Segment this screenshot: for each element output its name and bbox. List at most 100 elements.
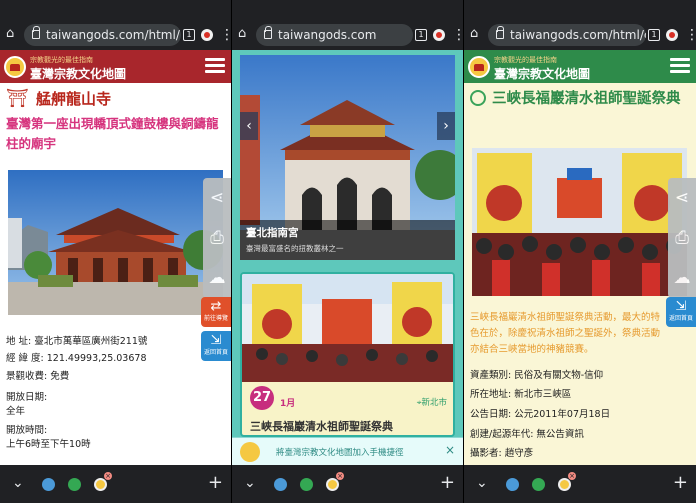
return-icon: ⇲: [675, 299, 687, 314]
info-photographer: 攝影者: 趙守彥: [470, 448, 534, 459]
tab-favicon[interactable]: [274, 478, 287, 491]
home-return-button[interactable]: ⇲ 返回首頁: [666, 297, 696, 327]
close-icon[interactable]: ×: [445, 443, 455, 457]
site-name: 臺灣宗教文化地圖: [494, 67, 591, 81]
event-location: ⌖新北市: [416, 398, 447, 408]
tab-strip: ⌄ × +: [232, 465, 463, 503]
url-text: taiwangods.com/html/c: [510, 28, 646, 42]
site-tagline: 宗教觀光的最佳指南: [494, 56, 557, 64]
chevron-down-icon[interactable]: ⌄: [244, 475, 256, 491]
site-logo-icon[interactable]: [468, 56, 490, 78]
lock-icon: [496, 26, 504, 39]
share-tools-panel: ⋖ ⎙ ☁: [668, 178, 696, 298]
featured-carousel[interactable]: 臺北指南宮 臺灣最富盛名的扭教叢林之一: [240, 55, 455, 260]
temple-photo: [8, 170, 223, 315]
phone-screen-festival: ⌂ taiwangods.com/html/c 1 ⋮ 宗教觀光的最佳指南 臺灣…: [464, 0, 696, 503]
tab-switcher-button[interactable]: 1: [648, 29, 660, 41]
three-phone-screenshots: ⌂ taiwangods.com/html/la 1 ⋮ 宗教觀光的最佳指南 臺…: [0, 0, 696, 503]
home-return-button[interactable]: ⇲ 返回首頁: [201, 331, 231, 361]
tab-favicon[interactable]: [42, 478, 55, 491]
more-menu-icon[interactable]: ⋮: [452, 27, 463, 43]
tab-favicon[interactable]: [506, 478, 519, 491]
new-tab-icon[interactable]: +: [673, 472, 688, 493]
site-name: 臺灣宗教文化地圖: [30, 67, 127, 81]
tab-strip: ⌄ × +: [0, 465, 231, 503]
info-open-date-label: 開放日期:: [6, 392, 48, 403]
print-icon[interactable]: ⎙: [203, 218, 231, 258]
chevron-down-icon[interactable]: ⌄: [12, 475, 24, 491]
download-icon[interactable]: ☁: [668, 258, 696, 298]
event-title: 三峽長福巖清水祖師聖誕祭典: [250, 420, 393, 433]
site-logo-icon: [240, 442, 260, 462]
info-location: 所在地址: 新北市三峽區: [470, 389, 572, 400]
share-icon[interactable]: ⋖: [668, 178, 696, 218]
site-tagline: 宗教觀光的最佳指南: [30, 56, 93, 64]
url-bar[interactable]: taiwangods.com/html/c: [488, 24, 646, 46]
festival-photo: [472, 148, 687, 296]
browser-toolbar: ⌂ taiwangods.com/html/la 1 ⋮: [0, 0, 231, 50]
more-menu-icon[interactable]: ⋮: [220, 27, 231, 43]
carousel-prev-arrow-icon[interactable]: ‹: [240, 112, 258, 140]
site-logo-icon[interactable]: [4, 56, 26, 78]
extension-icon[interactable]: [666, 29, 678, 41]
add-to-homescreen-banner[interactable]: 將臺灣宗教文化地圖加入手機捷徑 ×: [232, 437, 463, 465]
info-open-date-value: 全年: [6, 406, 26, 417]
close-tab-icon[interactable]: ×: [104, 472, 112, 480]
info-coordinates: 經 緯 度: 121.49993,25.03678: [6, 353, 147, 364]
return-icon: ⇲: [210, 333, 222, 348]
phone-screen-homepage: ⌂ taiwangods.com 1 ⋮ 臺北指南宮 臺灣最富盛名的扭教叢林之一…: [232, 0, 463, 503]
close-tab-icon[interactable]: ×: [568, 472, 576, 480]
site-header: 宗教觀光的最佳指南 臺灣宗教文化地圖: [464, 50, 696, 83]
lock-icon: [32, 26, 40, 39]
info-open-time-value: 上午6時至下午10時: [6, 439, 91, 450]
more-menu-icon[interactable]: ⋮: [685, 27, 696, 43]
carousel-subtitle: 臺灣最富盛名的扭教叢林之一: [246, 244, 344, 253]
page-title: 艋舺龍山寺: [36, 90, 112, 108]
temple-icon: ⛩: [6, 88, 29, 109]
guide-icon: ⇄: [210, 299, 222, 314]
info-category: 資產類別: 民俗及有關文物-信仰: [470, 370, 604, 381]
info-fee: 景觀收費: 免費: [6, 371, 70, 382]
tab-strip: ⌄ × +: [464, 465, 696, 503]
tab-favicon[interactable]: [68, 478, 81, 491]
home-icon[interactable]: ⌂: [470, 27, 484, 41]
hamburger-menu-icon[interactable]: [670, 58, 690, 74]
phone-screen-longshan-temple: ⌂ taiwangods.com/html/la 1 ⋮ 宗教觀光的最佳指南 臺…: [0, 0, 231, 503]
share-icon[interactable]: ⋖: [203, 178, 231, 218]
event-day: 27: [250, 386, 274, 410]
new-tab-icon[interactable]: +: [440, 472, 455, 493]
hamburger-menu-icon[interactable]: [205, 58, 225, 74]
tab-switcher-button[interactable]: 1: [415, 29, 427, 41]
page-subtitle: 臺灣第一座出現轎頂式鐘鼓樓與銅鑄龍柱的廟宇: [6, 116, 219, 151]
url-bar[interactable]: taiwangods.com: [256, 24, 413, 46]
festival-icon: [470, 90, 486, 106]
url-bar[interactable]: taiwangods.com/html/la: [24, 24, 181, 46]
carousel-next-arrow-icon[interactable]: ›: [437, 112, 455, 140]
extension-icon[interactable]: [433, 29, 445, 41]
home-icon[interactable]: ⌂: [6, 27, 20, 41]
extension-icon[interactable]: [201, 29, 213, 41]
page-title: 三峽長福巖清水祖師聖誕祭典: [492, 91, 681, 107]
download-icon[interactable]: ☁: [203, 258, 231, 298]
carousel-title: 臺北指南宮: [246, 227, 299, 239]
festival-description: 三峽長福巖清水祖師聖誕祭典活動，最大的特色在於，除慶祝清水祖師之聖誕外，祭典活動…: [470, 312, 661, 355]
event-card[interactable]: 27 1月 ⌖新北市 三峽長福巖清水祖師聖誕祭典: [240, 272, 455, 437]
carousel-caption: 臺北指南宮 臺灣最富盛名的扭教叢林之一: [240, 220, 455, 260]
banner-text: 將臺灣宗教文化地圖加入手機捷徑: [276, 448, 404, 458]
site-header: 宗教觀光的最佳指南 臺灣宗教文化地圖: [0, 50, 231, 83]
new-tab-icon[interactable]: +: [208, 472, 223, 493]
tab-favicon[interactable]: [300, 478, 313, 491]
chevron-down-icon[interactable]: ⌄: [476, 475, 488, 491]
close-tab-icon[interactable]: ×: [336, 472, 344, 480]
guide-button[interactable]: ⇄ 前往導覽: [201, 297, 231, 327]
print-icon[interactable]: ⎙: [668, 218, 696, 258]
page-title-row: ⛩ 艋舺龍山寺: [6, 88, 225, 110]
tab-switcher-button[interactable]: 1: [183, 29, 195, 41]
info-date: 公告日期: 公元2011年07月18日: [470, 409, 611, 420]
share-tools-panel: ⋖ ⎙ ☁: [203, 178, 231, 298]
home-icon[interactable]: ⌂: [238, 27, 252, 41]
url-text: taiwangods.com: [278, 28, 377, 42]
tab-favicon[interactable]: [532, 478, 545, 491]
browser-toolbar: ⌂ taiwangods.com/html/c 1 ⋮: [464, 0, 696, 50]
event-month: 1月: [280, 399, 296, 409]
